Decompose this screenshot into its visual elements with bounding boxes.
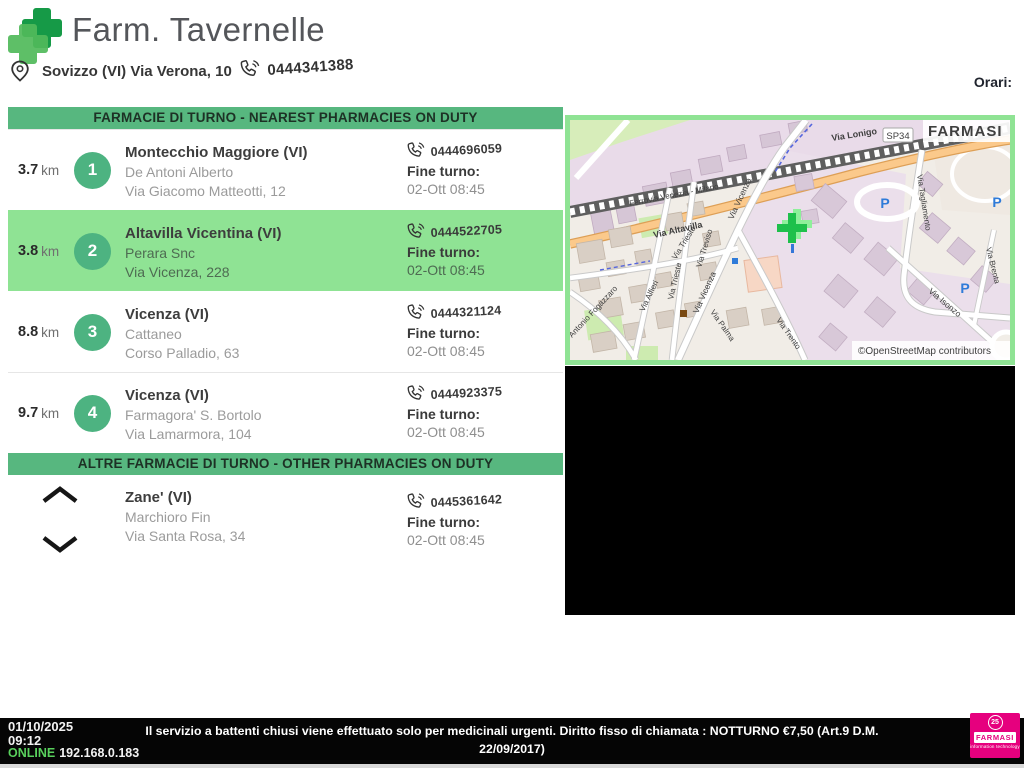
pharmacy-cross-logo (8, 8, 62, 64)
pharmacy-name: Cattaneo (125, 326, 182, 342)
pharmacy-name: De Antoni Alberto (125, 164, 234, 180)
pharmacy-row[interactable]: 9.7 km 4 Vicenza (VI) Farmagora' S. Borto… (8, 372, 563, 453)
farmasi-tagline: information technology (970, 744, 1020, 749)
shift-end-time: 02-Ott 08:45 (407, 343, 485, 359)
ip-address: 192.168.0.183 (59, 746, 140, 760)
rank-badge: 2 (74, 232, 111, 270)
pharmacy-phone: 0444522705 (430, 222, 503, 240)
bottom-bezel (0, 764, 1024, 768)
rank-badge: 4 (74, 394, 111, 432)
pharmacy-street: Via Santa Rosa, 34 (125, 528, 246, 544)
service-notice: Il servizio a battenti chiusi viene effe… (145, 724, 879, 756)
phone-icon (240, 59, 260, 77)
footer-time: 09:12 (8, 732, 42, 748)
farmasi-logo: 25 FARMASI information technology (970, 713, 1020, 758)
osm-attribution: ©OpenStreetMap contributors (852, 341, 1010, 360)
shift-end-time: 02-Ott 08:45 (407, 181, 485, 197)
shift-end-time: 02-Ott 08:45 (407, 424, 485, 440)
map-panel: P P P SP34 Ferrovia Venezia - Milano Via… (565, 115, 1015, 365)
nearest-pharmacies-header: FARMACIE DI TURNO - NEAREST PHARMACIES O… (8, 107, 563, 129)
shift-end-label: Fine turno: (407, 325, 481, 341)
pharmacy-city: Vicenza (VI) (125, 387, 209, 404)
pharmacy-address: Sovizzo (VI) Via Verona, 10 (42, 62, 232, 80)
svg-text:FARMASI: FARMASI (928, 123, 1003, 140)
chevron-up-icon (41, 486, 79, 504)
pharmacies-panel: FARMACIE DI TURNO - NEAREST PHARMACIES O… (8, 107, 563, 565)
anniversary-badge: 25 (987, 715, 1003, 730)
pharmacy-street: Via Vicenza, 228 (125, 264, 230, 280)
phone-icon (407, 303, 425, 320)
farmasi-watermark: FARMASI (923, 120, 1010, 142)
svg-text:©OpenStreetMap contributors: ©OpenStreetMap contributors (858, 346, 991, 357)
pharmacy-city: Montecchio Maggiore (VI) (125, 144, 308, 161)
location-pin-icon (11, 60, 29, 82)
bus-stop-icon (732, 258, 738, 264)
online-status-badge: ONLINE (8, 746, 56, 760)
distance: 8.8 km (18, 324, 60, 340)
pharmacy-city: Vicenza (VI) (125, 306, 209, 323)
pharmacy-name: Farmagora' S. Bortolo (125, 407, 262, 423)
pharmacy-phone: 0444923375 (430, 384, 503, 402)
shift-end-label: Fine turno: (407, 244, 481, 260)
pharmacy-phone: 0444696059 (430, 141, 503, 159)
phone-icon (407, 492, 425, 509)
phone-icon (407, 141, 425, 158)
pharmacy-street: Via Giacomo Matteotti, 12 (125, 183, 286, 199)
chevron-down-icon (41, 535, 79, 553)
pharmacy-duty-screen: Farm. Tavernelle Sovizzo (VI) Via Verona… (0, 0, 1024, 768)
phone-icon (407, 384, 425, 401)
parking-icon: P (880, 195, 889, 211)
farmasi-brand: FARMASI (974, 732, 1016, 743)
opening-hours-label: Orari: (973, 74, 1012, 90)
pharmacy-street: Corso Palladio, 63 (125, 345, 240, 361)
pharmacy-phone: 0444321124 (430, 303, 502, 321)
distance: 3.8 km (18, 243, 60, 259)
openstreetmap-view: P P P SP34 Ferrovia Venezia - Milano Via… (570, 120, 1010, 360)
parking-icon: P (992, 194, 1001, 210)
media-panel (565, 366, 1015, 615)
poi-icon (680, 310, 687, 317)
scroll-up-button[interactable] (41, 486, 79, 504)
pharmacy-row-selected[interactable]: 3.8 km 2 Altavilla Vicentina (VI) Perara … (8, 210, 563, 291)
pharmacy-name: Perara Snc (125, 245, 196, 261)
distance: 9.7 km (18, 405, 60, 421)
other-pharmacy-row[interactable]: Zane' (VI) Marchioro Fin Via Santa Rosa,… (8, 475, 563, 565)
scroll-down-button[interactable] (41, 535, 79, 553)
shift-end-label: Fine turno: (407, 163, 481, 179)
pharmacy-phone: 0445361642 (430, 492, 503, 510)
parking-icon: P (960, 280, 969, 296)
other-pharmacies-header: ALTRE FARMACIE DI TURNO - OTHER PHARMACI… (8, 453, 563, 475)
pharmacy-phone: 0444341388 (266, 56, 355, 79)
phone-icon (407, 222, 425, 239)
shift-end-time: 02-Ott 08:45 (407, 532, 485, 548)
shift-end-time: 02-Ott 08:45 (407, 262, 485, 278)
rank-badge: 3 (74, 313, 111, 351)
status-footer: 01/10/2025 09:12 ONLINE 192.168.0.183 Il … (0, 718, 1024, 764)
pharmacy-city: Zane' (VI) (125, 489, 192, 506)
svg-text:SP34: SP34 (886, 131, 909, 142)
pharmacy-city: Altavilla Vicentina (VI) (125, 225, 282, 242)
road-ref-badge: SP34 (882, 127, 914, 143)
pharmacy-name: Marchioro Fin (125, 509, 211, 525)
pharmacy-street: Via Lamarmora, 104 (125, 426, 252, 442)
page-title: Farm. Tavernelle (72, 11, 326, 48)
distance: 3.7 km (18, 162, 60, 178)
rank-badge: 1 (74, 151, 111, 189)
shift-end-label: Fine turno: (407, 514, 481, 530)
footer-date: 01/10/2025 (8, 719, 74, 734)
shift-end-label: Fine turno: (407, 406, 481, 422)
pharmacy-row[interactable]: 3.7 km 1 Montecchio Maggiore (VI) De Anto… (8, 129, 563, 210)
pharmacy-row[interactable]: 8.8 km 3 Vicenza (VI) Cattaneo Corso Pall… (8, 291, 563, 372)
